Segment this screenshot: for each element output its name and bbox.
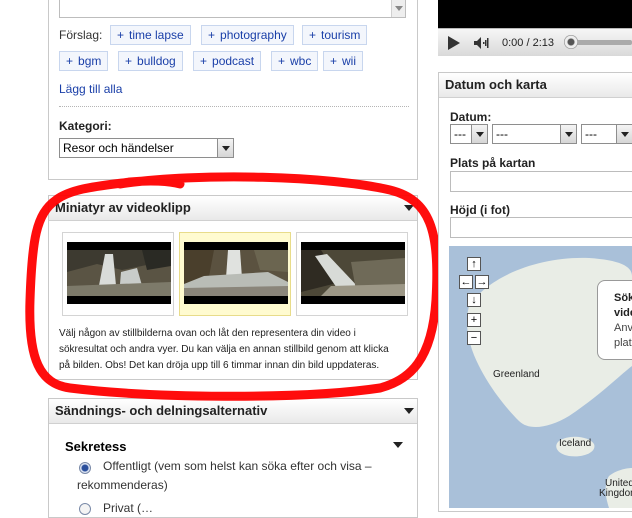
bubble-line: vide: [614, 307, 632, 319]
date-map-title: Datum och karta: [445, 77, 547, 92]
map-label: Iceland: [559, 438, 592, 449]
pan-down-icon[interactable]: ↓: [467, 293, 481, 307]
dropdown-arrow-icon: [471, 125, 487, 143]
pan-right-icon[interactable]: →: [475, 275, 489, 289]
volume-icon[interactable]: [474, 37, 490, 49]
player-time: 0:00 / 2:13: [502, 37, 554, 49]
date-day-select[interactable]: ---: [450, 124, 488, 144]
date-year-value: ---: [585, 127, 597, 141]
date-label: Datum:: [450, 110, 492, 124]
date-day-value: ---: [454, 127, 466, 141]
play-icon[interactable]: [448, 36, 460, 50]
map-label: Greenland: [493, 369, 540, 380]
progress-knob[interactable]: [564, 35, 578, 49]
bubble-line: Sök: [614, 292, 632, 304]
place-label: Plats på kartan: [450, 156, 536, 170]
map-info-bubble: Sök vide Anv plat: [597, 280, 632, 360]
pan-left-icon[interactable]: ←: [459, 275, 473, 289]
map-label: Kingdom: [599, 488, 632, 499]
date-map-header[interactable]: Datum och karta: [439, 73, 632, 98]
height-input[interactable]: [450, 217, 632, 238]
dropdown-arrow-icon: [560, 125, 576, 143]
bubble-line: plat: [614, 337, 632, 349]
dropdown-arrow-icon: [616, 125, 632, 143]
pan-up-icon[interactable]: ↑: [467, 257, 481, 271]
progress-track[interactable]: [572, 40, 632, 45]
date-year-select[interactable]: ---: [581, 124, 632, 144]
zoom-out-icon[interactable]: −: [467, 331, 481, 345]
date-month-select[interactable]: ---: [492, 124, 577, 144]
player-controls: 0:00 / 2:13: [438, 28, 632, 56]
place-input[interactable]: [450, 171, 632, 192]
height-label: Höjd (i fot): [450, 203, 510, 217]
bubble-line: Anv: [614, 322, 632, 334]
zoom-in-icon[interactable]: +: [467, 313, 481, 327]
date-month-value: ---: [496, 127, 508, 141]
